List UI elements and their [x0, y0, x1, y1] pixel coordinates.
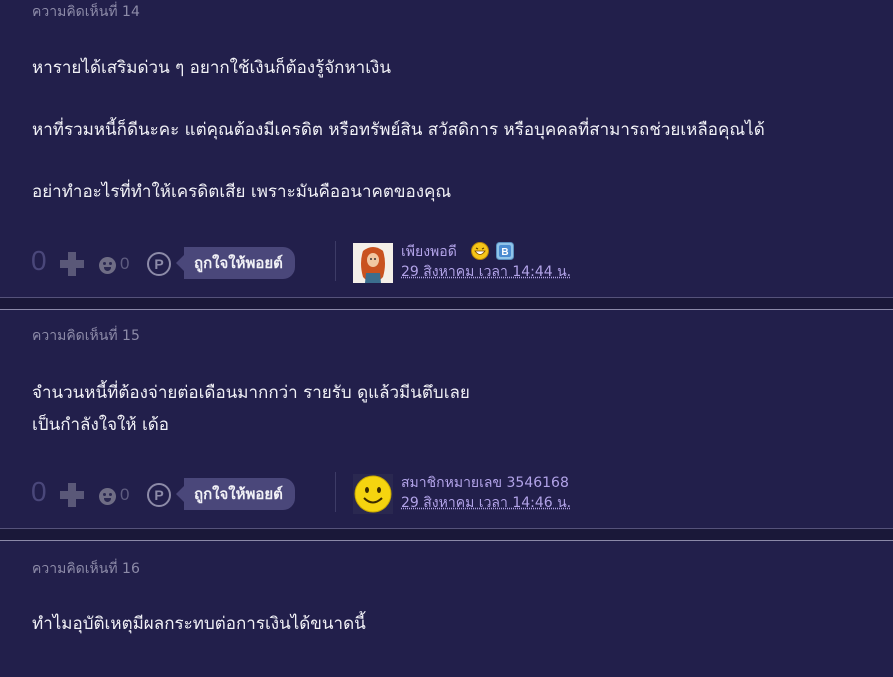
comment-footer: 0 0 P ถูกใจให้พอยต์ เพียงพอดี B 29 สิงหา… — [0, 241, 893, 287]
comment-separator — [0, 297, 893, 310]
comment-number: ความคิดเห็นที่ 16 — [32, 561, 140, 577]
comment-paragraph: หาที่รวมหนี้ก็ดีนะคะ แต่คุณต้องมีเครดิต … — [32, 120, 765, 140]
emoji-reaction-icon[interactable] — [99, 488, 116, 505]
comment-paragraph: อย่าทำอะไรที่ทำให้เครดิตเสีย เพราะมันคือ… — [32, 182, 452, 202]
vote-count: 0 — [31, 245, 47, 276]
footer-divider — [335, 241, 336, 281]
author-name[interactable]: เพียงพอดี — [401, 241, 457, 263]
comment-separator — [0, 528, 893, 541]
like-give-point-button[interactable]: ถูกใจให้พอยต์ — [176, 247, 295, 279]
comment-body: จำนวนหนี้ที่ต้องจ่ายต่อเดือนมากกว่า รายร… — [32, 377, 863, 441]
comment-paragraph: เป็นกำลังใจให้ เด้อ — [32, 415, 170, 435]
comment-15: ความคิดเห็นที่ 15 จำนวนหนี้ที่ต้องจ่ายต่… — [0, 310, 893, 528]
comment-body: ทำไมอุบัติเหตุมีผลกระทบต่อการเงินได้ขนาด… — [32, 608, 863, 640]
comment-timestamp[interactable]: 29 สิงหาคม เวลา 14:46 น. — [401, 492, 571, 514]
emoji-reaction-count: 0 — [120, 254, 130, 273]
vote-count: 0 — [31, 476, 47, 507]
plus-vote-icon[interactable] — [60, 252, 84, 276]
comment-feed: ความคิดเห็นที่ 14 หารายได้เสริมด่วน ๆ อย… — [0, 0, 893, 677]
comment-paragraph: จำนวนหนี้ที่ต้องจ่ายต่อเดือนมากกว่า รายร… — [32, 383, 470, 403]
yellow-smiley-avatar-icon[interactable] — [353, 474, 393, 514]
point-icon[interactable]: P — [147, 252, 171, 276]
comment-paragraph: ทำไมอุบัติเหตุมีผลกระทบต่อการเงินได้ขนาด… — [32, 614, 366, 634]
emoji-reaction-icon[interactable] — [99, 257, 116, 274]
like-give-point-button[interactable]: ถูกใจให้พอยต์ — [176, 478, 295, 510]
emoji-reaction-count: 0 — [120, 485, 130, 504]
redhead-character-avatar-icon[interactable] — [353, 243, 393, 283]
svg-text:B: B — [501, 247, 508, 258]
footer-divider — [335, 472, 336, 512]
comment-14: ความคิดเห็นที่ 14 หารายได้เสริมด่วน ๆ อย… — [0, 0, 893, 297]
laughing-emoji-icon — [471, 242, 489, 260]
comment-paragraph: หารายได้เสริมด่วน ๆ อยากใช้เงินก็ต้องรู้… — [32, 58, 391, 78]
point-icon[interactable]: P — [147, 483, 171, 507]
blue-b-badge-icon: B — [496, 242, 514, 260]
comment-number: ความคิดเห็นที่ 15 — [32, 328, 140, 344]
author-name[interactable]: สมาชิกหมายเลข 3546168 — [401, 472, 569, 494]
comment-number: ความคิดเห็นที่ 14 — [32, 4, 140, 20]
comment-body: หารายได้เสริมด่วน ๆ อยากใช้เงินก็ต้องรู้… — [32, 52, 863, 208]
comment-footer: 0 0 P ถูกใจให้พอยต์ สมาชิกหมายเลข 354616… — [0, 472, 893, 518]
plus-vote-icon[interactable] — [60, 483, 84, 507]
comment-timestamp[interactable]: 29 สิงหาคม เวลา 14:44 น. — [401, 261, 571, 283]
comment-16: ความคิดเห็นที่ 16 ทำไมอุบัติเหตุมีผลกระท… — [0, 541, 893, 677]
